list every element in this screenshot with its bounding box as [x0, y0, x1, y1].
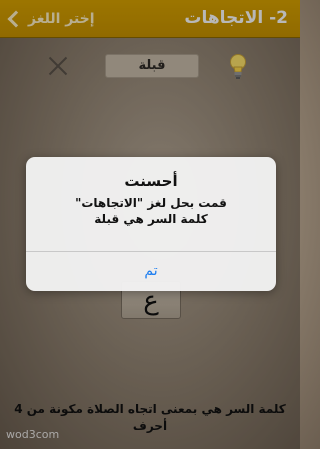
alert-ok-button[interactable]: تم: [26, 252, 276, 291]
alert-message: قمت بحل لغز "الاتجاهات" كلمة السر هي قبل…: [36, 195, 266, 227]
alert-title: أحسنت: [124, 172, 178, 190]
success-alert: أحسنت قمت بحل لغز "الاتجاهات" كلمة السر …: [26, 157, 276, 291]
alert-message-line2: كلمة السر هي قبلة: [94, 212, 208, 226]
alert-message-line1: قمت بحل لغز "الاتجاهات": [75, 196, 227, 210]
